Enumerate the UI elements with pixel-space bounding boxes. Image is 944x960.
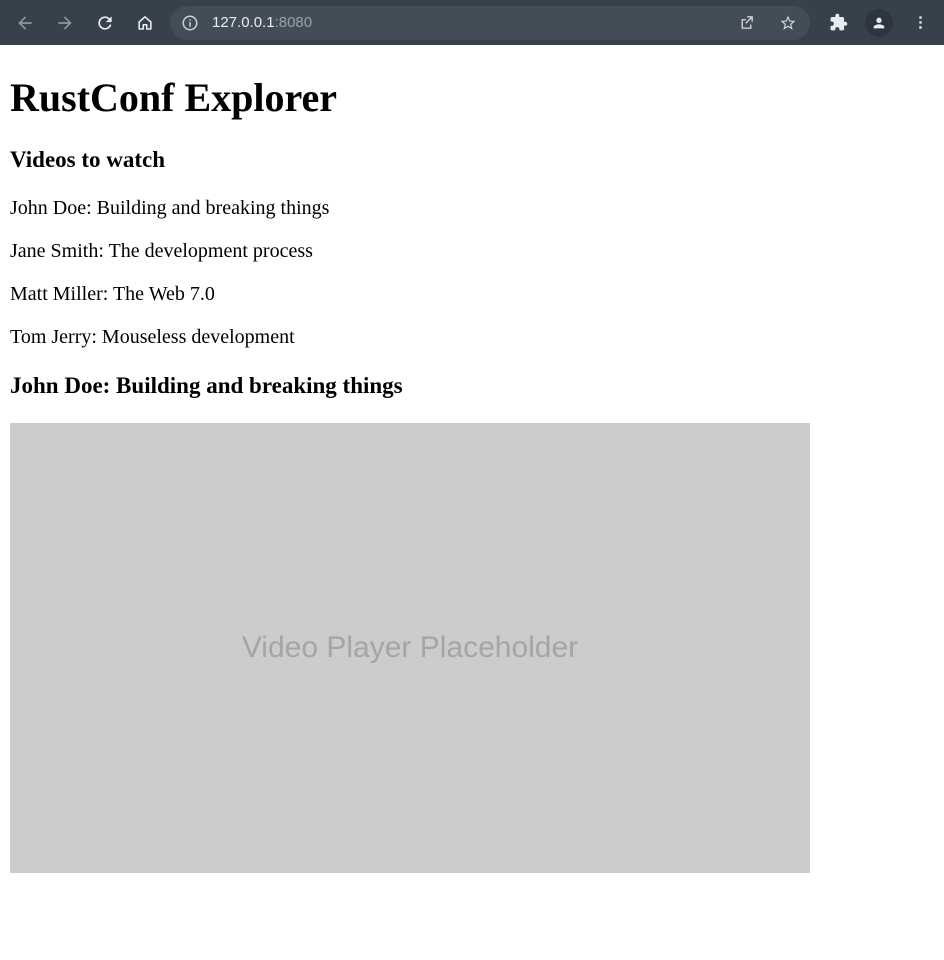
videos-heading: Videos to watch [10, 147, 934, 173]
toolbar-right-group [821, 6, 937, 40]
share-button[interactable] [732, 9, 760, 37]
video-list: John Doe: Building and breaking things Ja… [10, 197, 934, 349]
puzzle-icon [829, 13, 848, 32]
browser-toolbar: 127.0.0.1:8080 [0, 0, 944, 45]
bookmark-button[interactable] [774, 9, 802, 37]
star-icon [779, 14, 797, 32]
menu-button[interactable] [903, 6, 937, 40]
browser-window: 127.0.0.1:8080 [0, 0, 944, 873]
page-content: RustConf Explorer Videos to watch John D… [0, 75, 944, 873]
video-player-placeholder: Video Player Placeholder [10, 423, 810, 873]
video-list-item[interactable]: Jane Smith: The development process [10, 240, 934, 263]
forward-button[interactable] [48, 6, 82, 40]
selected-video-heading: John Doe: Building and breaking things [10, 373, 934, 399]
url-port: :8080 [275, 14, 313, 31]
nav-button-group [8, 6, 162, 40]
back-button[interactable] [8, 6, 42, 40]
video-list-item[interactable]: Matt Miller: The Web 7.0 [10, 283, 934, 306]
video-list-item[interactable]: John Doe: Building and breaking things [10, 197, 934, 220]
urlbar-actions [732, 9, 802, 37]
home-icon [135, 13, 155, 33]
profile-button[interactable] [862, 6, 896, 40]
forward-arrow-icon [55, 13, 75, 33]
kebab-menu-icon [912, 14, 929, 31]
player-placeholder-text: Video Player Placeholder [242, 631, 578, 665]
home-button[interactable] [128, 6, 162, 40]
url-text: 127.0.0.1:8080 [212, 14, 312, 31]
reload-button[interactable] [88, 6, 122, 40]
page-title: RustConf Explorer [10, 75, 934, 121]
site-info-button[interactable] [176, 9, 204, 37]
url-host: 127.0.0.1 [212, 14, 275, 31]
video-list-item[interactable]: Tom Jerry: Mouseless development [10, 326, 934, 349]
extensions-button[interactable] [821, 6, 855, 40]
person-icon [871, 15, 887, 31]
back-arrow-icon [15, 13, 35, 33]
site-info-icon [181, 14, 199, 32]
reload-icon [95, 13, 115, 33]
avatar [865, 9, 893, 37]
address-bar[interactable]: 127.0.0.1:8080 [170, 6, 810, 40]
share-icon [738, 14, 755, 31]
